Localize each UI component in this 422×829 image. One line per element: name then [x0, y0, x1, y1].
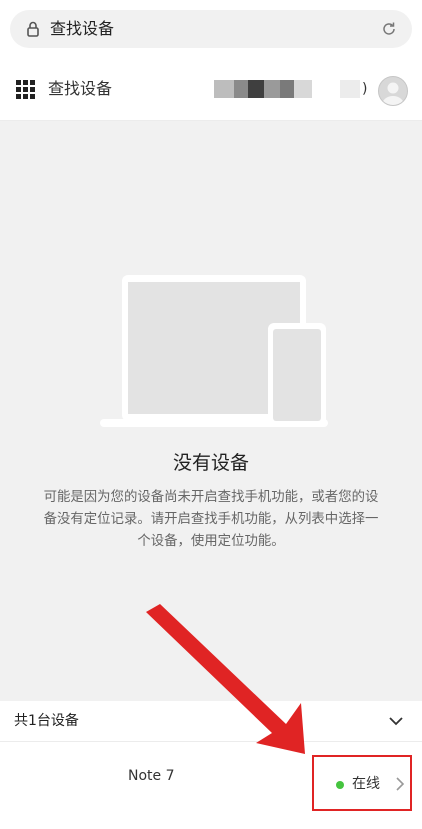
chevron-right-icon[interactable]: [394, 777, 406, 791]
devices-illustration: [100, 275, 328, 427]
lock-icon: [27, 21, 39, 37]
account-suffix: ): [362, 81, 368, 97]
empty-title: 没有设备: [172, 452, 249, 474]
address-bar[interactable]: 查找设备: [10, 10, 412, 48]
device-count-label: 共1台设备: [14, 713, 79, 729]
chevron-down-icon[interactable]: [388, 713, 404, 729]
avatar[interactable]: [378, 76, 408, 106]
browser-address-area: 查找设备: [0, 0, 422, 58]
grid-menu-icon[interactable]: [16, 80, 36, 100]
page-title: 查找设备: [48, 79, 113, 98]
map-area-empty-state: 没有设备 可能是因为您的设备尚未开启查找手机功能，或者您的设备没有定位记录。请开…: [0, 121, 422, 701]
empty-description: 可能是因为您的设备尚未开启查找手机功能，或者您的设备没有定位记录。请开启查找手机…: [43, 490, 379, 549]
online-dot-icon: [336, 781, 344, 789]
device-status-online[interactable]: 在线: [312, 755, 412, 811]
account-name-redacted[interactable]: ): [214, 78, 374, 102]
address-text: 查找设备: [50, 19, 115, 38]
reload-icon[interactable]: [380, 20, 398, 38]
device-name: Note 7: [128, 768, 175, 784]
app-header: 查找设备 ): [0, 60, 422, 121]
avatar-icon: [382, 82, 404, 105]
device-status-text: 在线: [352, 776, 380, 792]
device-count-row[interactable]: 共1台设备: [0, 701, 422, 742]
